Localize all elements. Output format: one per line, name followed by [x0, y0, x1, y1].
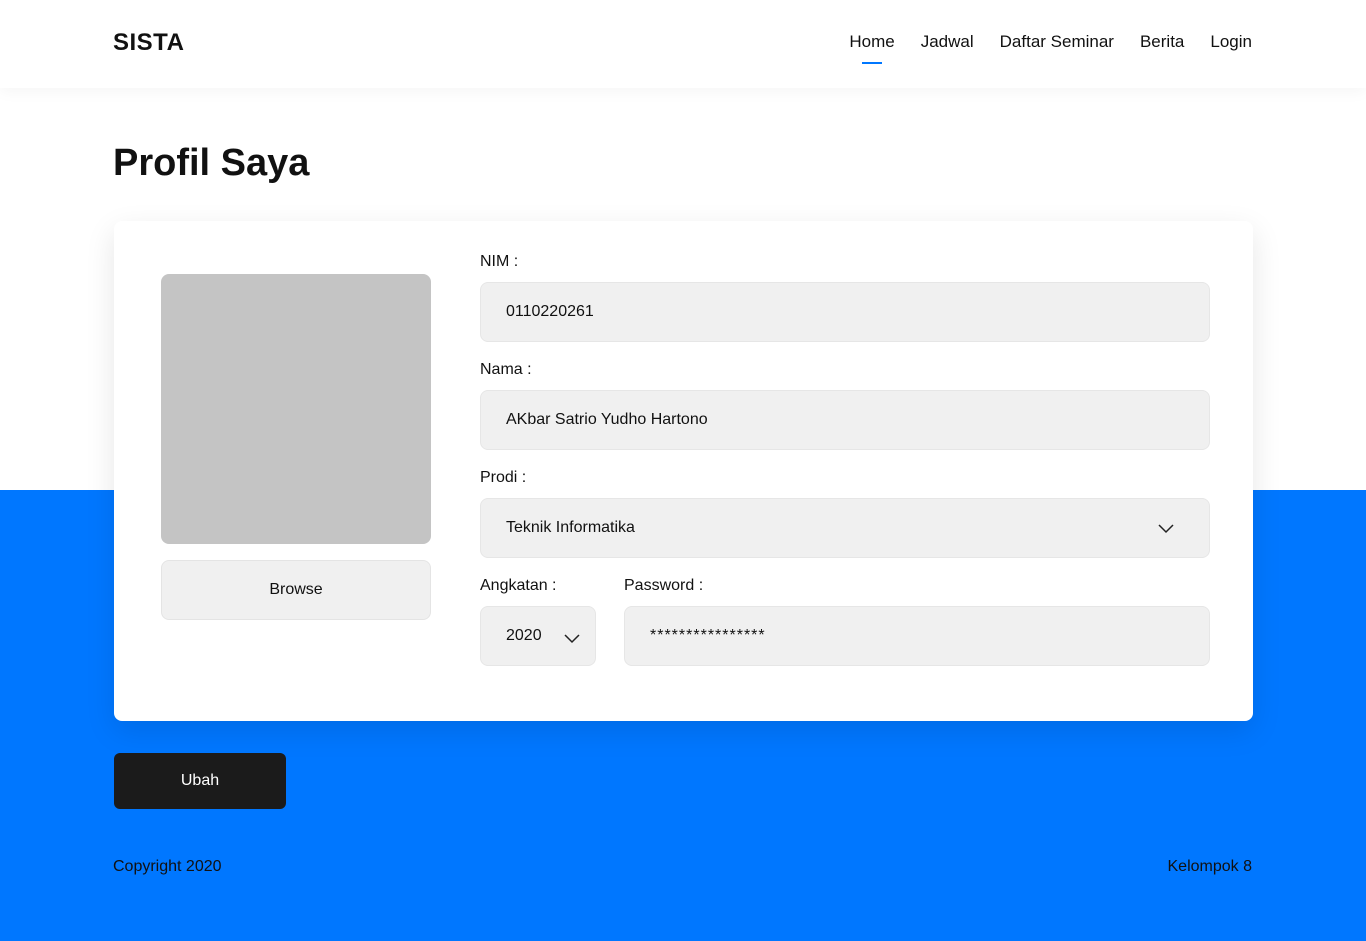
ubah-button[interactable]: Ubah: [114, 753, 286, 809]
nim-label: NIM :: [480, 253, 519, 270]
brand-logo[interactable]: SISTA: [113, 29, 184, 57]
nav-item-home[interactable]: Home: [849, 32, 894, 52]
browse-button[interactable]: Browse: [161, 560, 431, 620]
nav-item-daftar-seminar[interactable]: Daftar Seminar: [1000, 32, 1114, 52]
angkatan-value: 2020: [506, 627, 542, 644]
password-field[interactable]: ****************: [624, 606, 1210, 666]
prodi-select[interactable]: Teknik Informatika: [480, 498, 1210, 558]
password-value: ****************: [650, 627, 766, 644]
chevron-down-icon: [1158, 524, 1174, 534]
nama-label: Nama :: [480, 361, 532, 378]
nim-value: 0110220261: [506, 303, 594, 320]
nama-field[interactable]: AKbar Satrio Yudho Hartono: [480, 390, 1210, 450]
navbar: SISTA Home Jadwal Daftar Seminar Berita …: [0, 0, 1366, 88]
nav-links: Home Jadwal Daftar Seminar Berita Login: [849, 32, 1252, 52]
angkatan-select[interactable]: 2020: [480, 606, 596, 666]
nim-field[interactable]: 0110220261: [480, 282, 1210, 342]
footer-group: Kelompok 8: [1167, 858, 1253, 875]
page-title: Profil Saya: [113, 142, 310, 184]
footer-copyright: Copyright 2020: [113, 858, 222, 875]
nav-item-berita[interactable]: Berita: [1140, 32, 1184, 52]
nav-item-jadwal[interactable]: Jadwal: [921, 32, 974, 52]
profile-photo-placeholder: [161, 274, 431, 544]
profile-card: Browse NIM : 0110220261 Nama : AKbar Sat…: [114, 221, 1253, 721]
prodi-value: Teknik Informatika: [506, 519, 635, 536]
nama-value: AKbar Satrio Yudho Hartono: [506, 411, 708, 428]
chevron-down-icon: [564, 634, 580, 644]
password-label: Password :: [624, 577, 704, 594]
prodi-label: Prodi :: [480, 469, 527, 486]
angkatan-label: Angkatan :: [480, 577, 557, 594]
nav-item-login[interactable]: Login: [1210, 32, 1252, 52]
